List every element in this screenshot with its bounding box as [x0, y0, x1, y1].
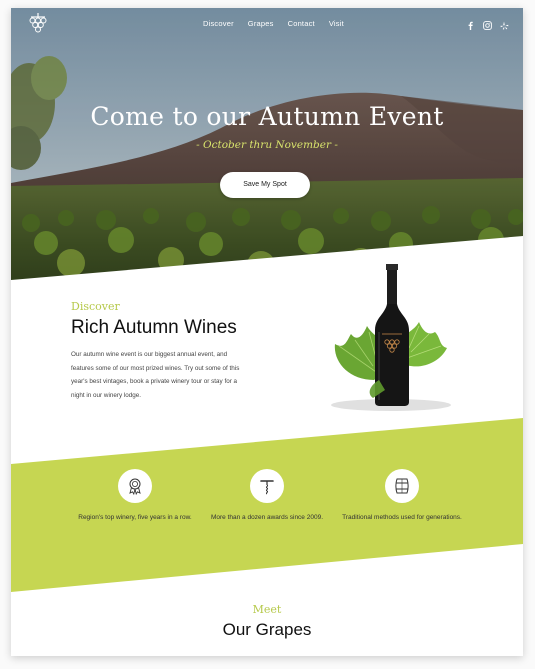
discover-body: Our autumn wine event is our biggest ann… — [71, 351, 240, 399]
discover-section: Discover Rich Autumn Wines Our autumn wi… — [71, 300, 251, 402]
feature-text: Traditional methods used for generations… — [342, 514, 462, 521]
feature-text: Region's top winery, five years in a row… — [78, 514, 192, 521]
feature-item-methods: Traditional methods used for generations… — [342, 469, 462, 525]
corkscrew-icon — [260, 480, 274, 495]
page-frame: Discover Grapes Contact Visit Come to ou… — [11, 8, 523, 656]
award-medal-icon — [129, 478, 141, 496]
meet-title: Our Grapes — [222, 620, 312, 639]
feature-icon-circle — [250, 469, 284, 503]
feature-item-awards: More than a dozen awards since 2009. — [207, 469, 327, 525]
feature-item-winery: Region's top winery, five years in a row… — [75, 469, 195, 525]
feature-icon-circle — [118, 469, 152, 503]
discover-kicker: Discover — [71, 300, 120, 313]
feature-text: More than a dozen awards since 2009. — [210, 514, 323, 521]
wine-bottle-image — [331, 264, 451, 411]
meet-section: Meet Our Grapes — [11, 603, 523, 640]
feature-icon-circle — [385, 469, 419, 503]
discover-title: Rich Autumn Wines — [71, 317, 237, 338]
meet-kicker: Meet — [252, 603, 282, 616]
barrel-icon — [395, 478, 409, 494]
